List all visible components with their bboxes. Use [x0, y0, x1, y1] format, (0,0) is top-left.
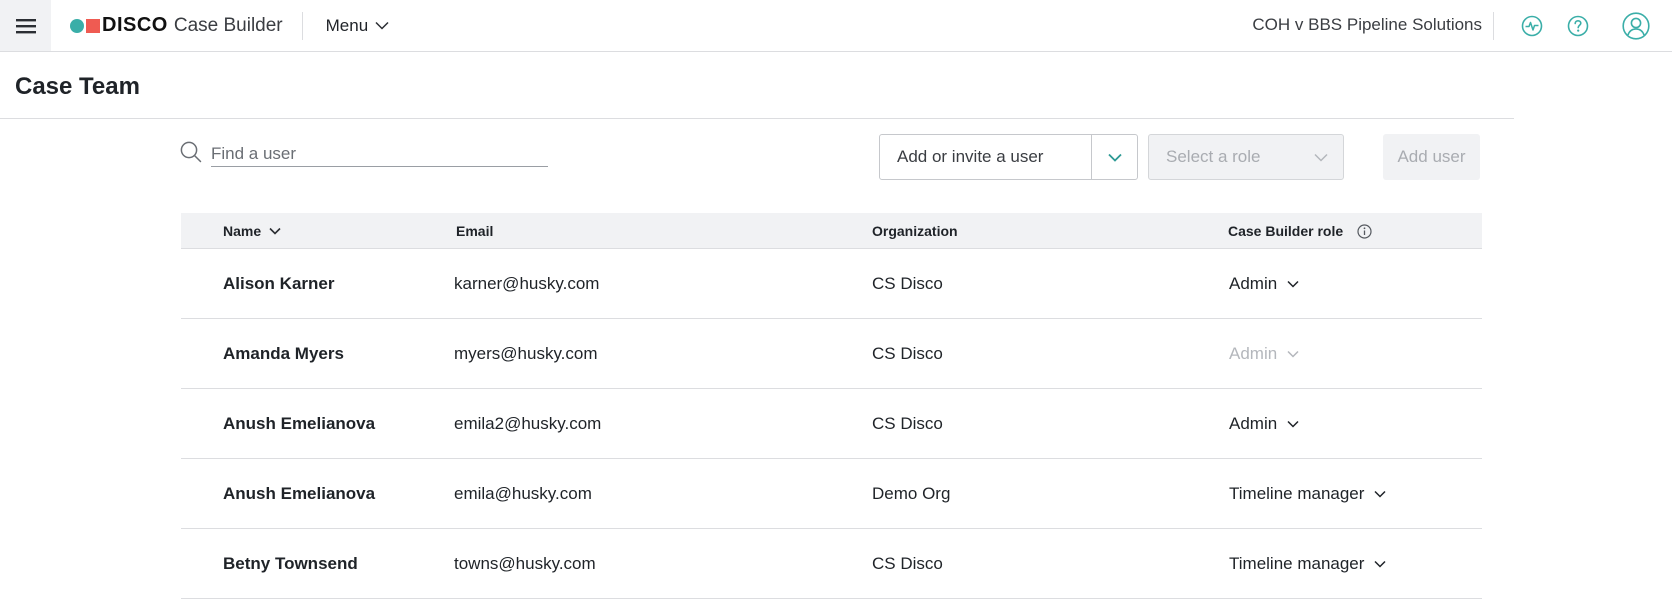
user-role-label: Admin	[1229, 413, 1278, 433]
user-role-label: Timeline manager	[1229, 483, 1365, 503]
user-name: Anush Emelianova	[223, 483, 376, 503]
brand-name: DISCO	[102, 14, 168, 36]
chevron-down-icon	[375, 21, 389, 30]
table-row: Alison Karner karner@husky.com CS Disco …	[181, 249, 1482, 319]
column-header-name[interactable]: Name	[223, 213, 281, 249]
user-email: karner@husky.com	[454, 273, 600, 293]
page-title: Case Team	[15, 73, 140, 100]
info-icon[interactable]	[1357, 223, 1372, 239]
header-divider	[301, 11, 303, 40]
user-organization: Demo Org	[872, 483, 951, 503]
product-name: Case Builder	[173, 14, 283, 36]
user-search	[180, 141, 548, 168]
hamburger-menu-button[interactable]	[0, 0, 51, 51]
user-role-label: Timeline manager	[1229, 553, 1365, 573]
account-button[interactable]	[1622, 11, 1650, 40]
user-email: myers@husky.com	[454, 343, 598, 363]
user-role-dropdown: Admin	[1229, 319, 1299, 388]
search-input[interactable]	[211, 141, 548, 167]
user-name: Amanda Myers	[223, 343, 344, 363]
logo-dot-icon	[70, 18, 84, 33]
top-bar: DISCO Case Builder Menu COH v BBS Pipeli…	[0, 0, 1672, 52]
role-select[interactable]: Select a role	[1148, 134, 1344, 180]
table-row: Betny Townsend towns@husky.com CS Disco …	[181, 529, 1482, 599]
chevron-down-icon	[1287, 420, 1299, 428]
chevron-down-icon	[1107, 153, 1122, 162]
column-header-organization: Organization	[872, 213, 958, 249]
column-header-name-label: Name	[223, 223, 262, 239]
user-role-dropdown[interactable]: Admin	[1229, 249, 1299, 318]
user-avatar-icon	[1622, 11, 1650, 40]
user-role-dropdown[interactable]: Admin	[1229, 389, 1299, 458]
column-header-role-label: Case Builder role	[1228, 223, 1344, 239]
chevron-down-icon	[1287, 280, 1299, 288]
invite-user-label: Add or invite a user	[897, 147, 1044, 166]
menu-icon	[15, 18, 36, 33]
user-organization: CS Disco	[872, 413, 943, 433]
column-header-email-label: Email	[456, 223, 494, 239]
user-role-dropdown[interactable]: Timeline manager	[1229, 459, 1386, 528]
chevron-down-icon	[1287, 350, 1299, 358]
case-team-table: Name Email Organization Case Builder rol…	[181, 213, 1482, 599]
table-row: Anush Emelianova emila2@husky.com CS Dis…	[181, 389, 1482, 459]
activity-button[interactable]	[1521, 15, 1543, 37]
top-icons	[1493, 0, 1672, 51]
header-divider-right	[1493, 11, 1494, 40]
chevron-down-icon	[1374, 490, 1386, 498]
column-header-email: Email	[456, 213, 493, 249]
table-row: Amanda Myers myers@husky.com CS Disco Ad…	[181, 319, 1482, 389]
table-row: Anush Emelianova emila@husky.com Demo Or…	[181, 459, 1482, 529]
column-header-organization-label: Organization	[872, 223, 958, 239]
sort-chevron-down-icon	[269, 227, 281, 235]
user-name: Betny Townsend	[223, 553, 358, 573]
role-select-placeholder: Select a role	[1166, 147, 1261, 166]
user-organization: CS Disco	[872, 343, 943, 363]
column-header-role: Case Builder role	[1228, 213, 1372, 249]
help-button[interactable]	[1567, 15, 1589, 37]
logo-square-icon	[86, 18, 100, 33]
main-menu-dropdown[interactable]: Menu	[326, 16, 390, 36]
user-role-dropdown[interactable]: Timeline manager	[1229, 529, 1386, 598]
search-icon	[180, 141, 202, 163]
user-email: emila@husky.com	[454, 483, 592, 503]
user-name: Alison Karner	[223, 273, 335, 293]
help-icon	[1567, 15, 1589, 36]
user-email: towns@husky.com	[454, 553, 596, 573]
title-divider	[0, 118, 1514, 119]
chevron-down-icon	[1314, 153, 1328, 162]
user-name: Anush Emelianova	[223, 413, 376, 433]
table-header: Name Email Organization Case Builder rol…	[181, 213, 1482, 249]
invite-dropdown-toggle[interactable]	[1091, 135, 1137, 179]
add-user-button[interactable]: Add user	[1383, 134, 1480, 180]
user-role-label: Admin	[1229, 343, 1278, 363]
menu-label: Menu	[325, 15, 369, 35]
invite-user-combobox[interactable]: Add or invite a user	[879, 134, 1138, 180]
user-organization: CS Disco	[872, 553, 943, 573]
chevron-down-icon	[1374, 560, 1386, 568]
user-organization: CS Disco	[872, 273, 943, 293]
app-logo[interactable]: DISCO Case Builder	[70, 14, 283, 37]
current-case-name[interactable]: COH v BBS Pipeline Solutions	[1252, 15, 1482, 35]
activity-icon	[1521, 15, 1543, 36]
user-email: emila2@husky.com	[454, 413, 602, 433]
table-body: Alison Karner karner@husky.com CS Disco …	[181, 249, 1482, 599]
user-role-label: Admin	[1229, 273, 1278, 293]
